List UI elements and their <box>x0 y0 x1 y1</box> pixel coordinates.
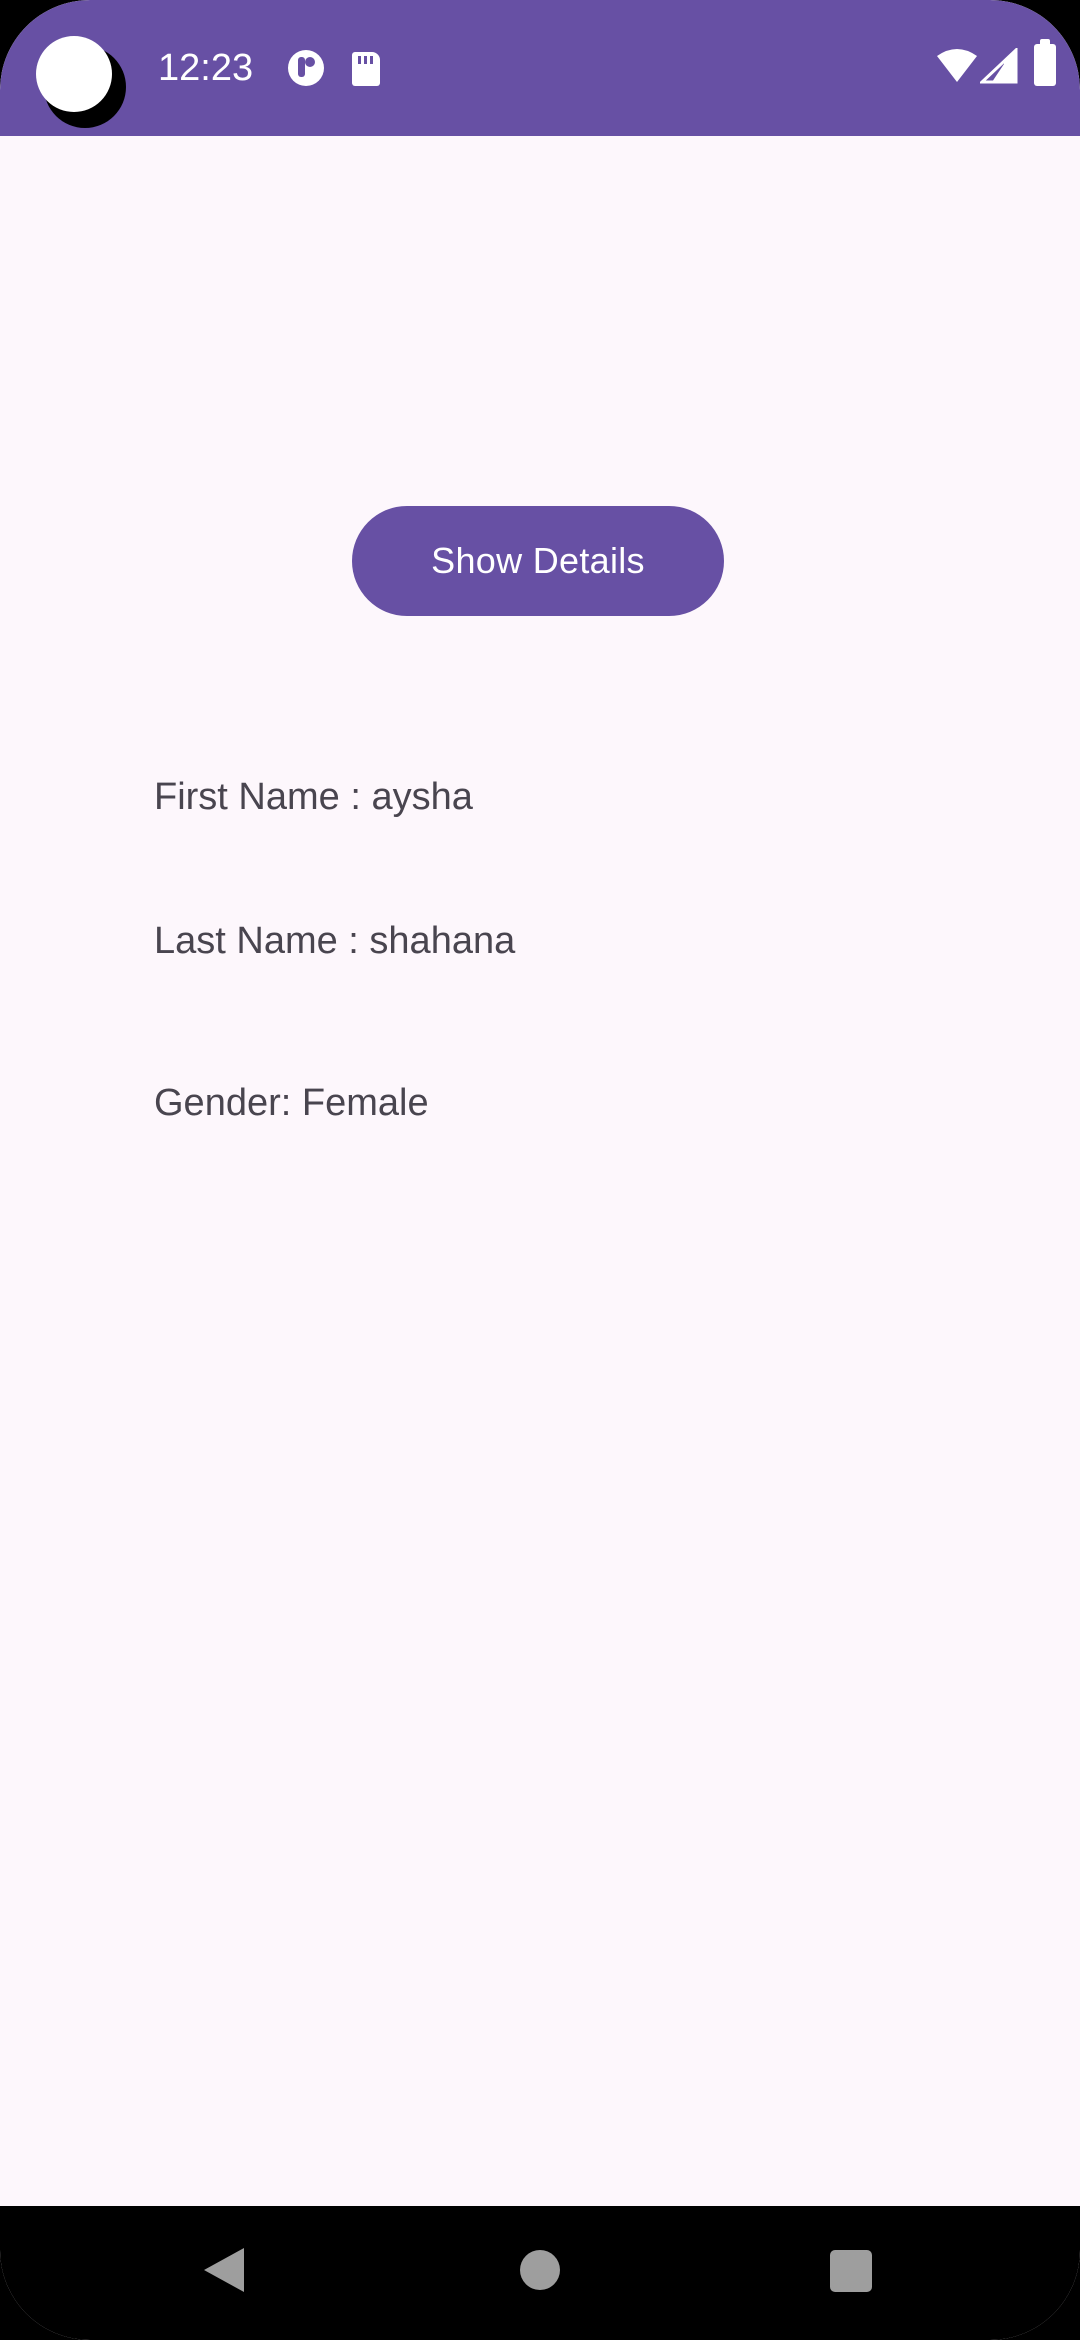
navigation-bar <box>0 2206 1080 2340</box>
back-icon[interactable] <box>204 2248 244 2292</box>
cell-signal-icon <box>980 48 1018 84</box>
first-name-text: First Name : aysha <box>154 776 473 818</box>
status-bar: 12:23 <box>0 0 1080 136</box>
status-time: 12:23 <box>158 47 254 89</box>
recents-icon[interactable] <box>830 2250 872 2292</box>
wifi-icon <box>937 49 977 82</box>
camera-cutout <box>36 36 128 128</box>
sd-card-icon <box>352 52 380 86</box>
phone-screen: 12:23 Show Details First Name : aysha La… <box>0 0 1080 2340</box>
show-details-button[interactable]: Show Details <box>352 506 724 616</box>
battery-icon <box>1034 39 1056 86</box>
camera-lens <box>36 36 112 112</box>
home-icon[interactable] <box>520 2250 560 2290</box>
gender-text: Gender: Female <box>154 1082 429 1124</box>
last-name-text: Last Name : shahana <box>154 920 516 962</box>
notification-icon <box>288 50 324 86</box>
